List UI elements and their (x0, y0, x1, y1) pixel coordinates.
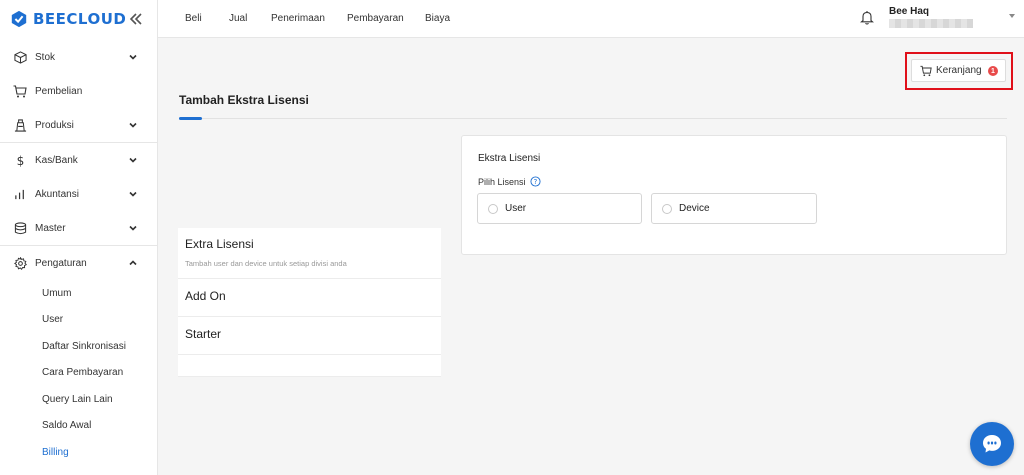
option-label: Device (679, 203, 710, 214)
chevron-down-icon (129, 157, 137, 163)
chat-support-button[interactable] (970, 422, 1014, 466)
help-icon[interactable]: ? (529, 176, 541, 187)
svg-text:$: $ (16, 154, 24, 167)
product-item-extra-lisensi[interactable]: Extra Lisensi Tambah user dan device unt… (178, 228, 441, 279)
panel-title: Ekstra Lisensi (478, 153, 541, 164)
sidebar-item-master[interactable]: Master (0, 211, 157, 245)
sidebar-item-pengaturan[interactable]: Pengaturan (0, 246, 157, 280)
dollar-icon: $ (13, 153, 27, 167)
cart-icon (920, 65, 932, 76)
nav-link-beli[interactable]: Beli (185, 13, 202, 24)
sidebar-subitem-saldo-awal[interactable]: Saldo Awal (0, 413, 157, 440)
nav-link-biaya[interactable]: Biaya (425, 13, 450, 24)
beecloud-logo-icon (11, 10, 27, 28)
radio-button[interactable] (488, 203, 498, 214)
license-option-device[interactable]: Device (651, 193, 817, 224)
sidebar-item-label: Pengaturan (35, 257, 87, 269)
product-item-add-on[interactable]: Add On (178, 279, 441, 317)
bell-icon[interactable] (860, 10, 874, 25)
product-name: Starter (185, 327, 222, 341)
sidebar-item-produksi[interactable]: Produksi (0, 108, 157, 142)
nav-link-jual[interactable]: Jual (229, 13, 247, 24)
user-menu-caret-icon[interactable] (1009, 14, 1015, 18)
sidebar-subitem-billing[interactable]: Billing (0, 439, 157, 466)
sidebar-item-stok[interactable]: Stok (0, 40, 157, 74)
sidebar: BEECLOUD Stok Pembelian Produksi $ Kas/B… (0, 0, 158, 475)
sidebar-item-akuntansi[interactable]: Akuntansi (0, 177, 157, 211)
product-name: Add On (185, 289, 226, 303)
sidebar-subitem-daftar-sinkronisasi[interactable]: Daftar Sinkronisasi (0, 333, 157, 360)
license-select-label: Pilih Lisensi ? (478, 176, 541, 187)
sidebar-item-kas-bank[interactable]: $ Kas/Bank (0, 143, 157, 177)
sidebar-subitem-umum[interactable]: Umum (0, 280, 157, 307)
brand-name: BEECLOUD (33, 10, 127, 28)
radio-button[interactable] (662, 203, 672, 214)
sidebar-item-label: Stok (35, 51, 56, 63)
box-icon (13, 50, 27, 64)
title-accent-bar (179, 117, 202, 120)
sidebar-item-label: Produksi (35, 119, 74, 131)
collapse-sidebar-icon[interactable] (128, 11, 144, 27)
option-label: User (505, 203, 527, 214)
cart-count-badge: 1 (988, 66, 998, 76)
nav-link-pembayaran[interactable]: Pembayaran (347, 13, 404, 24)
brand-logo[interactable]: BEECLOUD (0, 0, 157, 38)
chevron-down-icon (129, 225, 137, 231)
chevron-up-icon (129, 260, 137, 266)
page-title: Tambah Ekstra Lisensi (179, 93, 309, 107)
license-panel: Ekstra Lisensi Pilih Lisensi ? User Devi… (461, 135, 1007, 255)
product-name: Extra Lisensi (185, 237, 254, 251)
database-icon (13, 221, 27, 235)
product-item-empty (178, 355, 441, 377)
title-divider (179, 118, 1007, 119)
product-description: Tambah user dan device untuk setiap divi… (185, 259, 347, 268)
sidebar-item-label: Pembelian (35, 85, 83, 97)
cart-button[interactable]: Keranjang 1 (911, 59, 1006, 82)
sidebar-subitem-cara-pembayaran[interactable]: Cara Pembayaran (0, 360, 157, 387)
sidebar-item-label: Master (35, 222, 66, 234)
chevron-down-icon (129, 54, 137, 60)
sidebar-subitem-query-lain-lain[interactable]: Query Lain Lain (0, 386, 157, 413)
chat-bubble-icon (983, 435, 1001, 453)
sidebar-item-pembelian[interactable]: Pembelian (0, 74, 157, 108)
sidebar-item-label: Akuntansi (35, 188, 79, 200)
license-select-label-text: Pilih Lisensi (478, 176, 526, 187)
bar-chart-icon (13, 187, 27, 201)
cart-label: Keranjang (936, 65, 982, 76)
sidebar-item-label: Kas/Bank (35, 154, 78, 166)
license-option-user[interactable]: User (477, 193, 642, 224)
gear-icon (13, 256, 27, 270)
sidebar-menu: Stok Pembelian Produksi $ Kas/Bank Akunt… (0, 40, 157, 466)
nav-link-penerimaan[interactable]: Penerimaan (271, 13, 325, 24)
chevron-down-icon (129, 122, 137, 128)
sidebar-subitem-user[interactable]: User (0, 307, 157, 334)
user-name[interactable]: Bee Haq (889, 6, 929, 17)
user-detail-redacted (889, 19, 973, 28)
product-item-starter[interactable]: Starter (178, 317, 441, 355)
factory-icon (13, 118, 27, 132)
chevron-down-icon (129, 191, 137, 197)
svg-text:?: ? (533, 178, 537, 186)
top-navigation: Beli Jual Penerimaan Pembayaran Biaya Be… (158, 0, 1024, 38)
product-list: Extra Lisensi Tambah user dan device unt… (178, 228, 441, 377)
cart-icon (13, 84, 27, 98)
